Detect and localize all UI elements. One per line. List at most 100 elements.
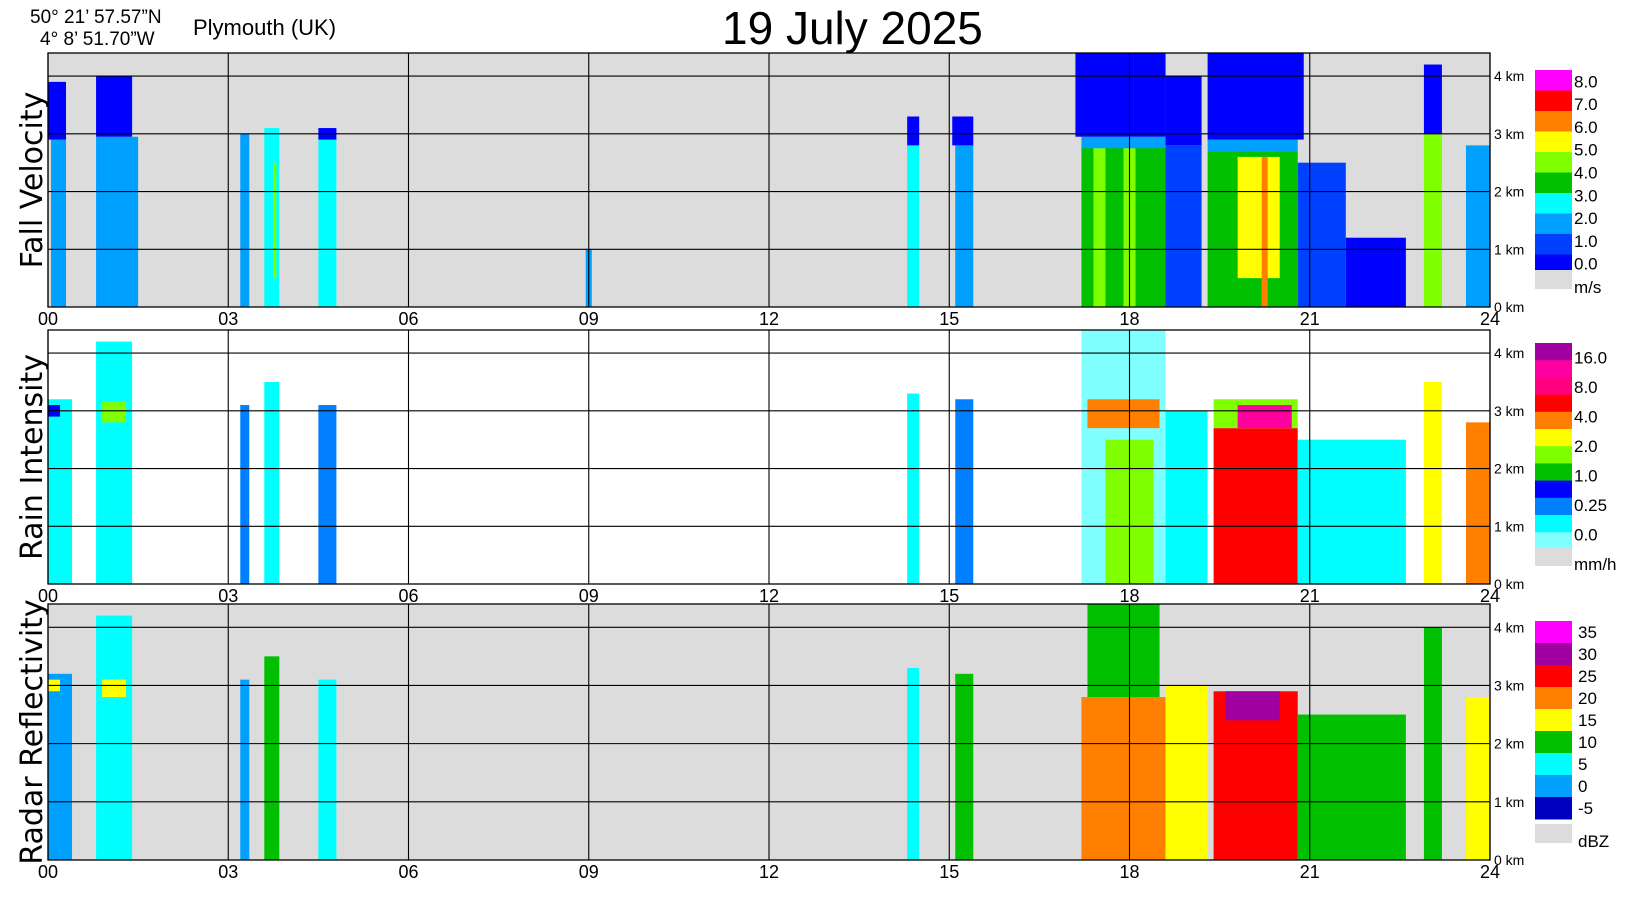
colorbar-label: 2.0 [1574, 209, 1598, 228]
data-cell [1087, 399, 1160, 429]
y-axis-label: Rain Intensity [15, 354, 50, 560]
x-tick-label: 00 [38, 309, 58, 329]
x-tick-label: 21 [1300, 309, 1320, 329]
fall-velocity-panel: 00 03 06 09 12 15 18 21 240 km1 km2 km3 km4 kmFa… [15, 52, 1601, 329]
x-tick-label: 09 [579, 309, 599, 329]
colorbar-swatch [1535, 463, 1572, 482]
data-cell [96, 341, 133, 584]
colorbar-swatch [1535, 411, 1572, 430]
data-cell [273, 162, 277, 279]
y-tick-label: 3 km [1494, 677, 1524, 693]
colorbar-swatch [1535, 775, 1572, 798]
x-tick-label: 21 [1300, 862, 1320, 882]
colorbar-label: 2.0 [1574, 437, 1598, 456]
y-tick-label: 0 km [1494, 576, 1524, 592]
colorbar-label: 1.0 [1574, 467, 1598, 486]
colorbar-label: 0.0 [1574, 255, 1598, 274]
data-cell [318, 139, 337, 307]
colorbar-swatch [1535, 429, 1572, 447]
data-cell [48, 673, 73, 860]
colorbar-swatch [1535, 377, 1572, 396]
data-cell [264, 656, 280, 860]
colorbar-swatch [1535, 665, 1572, 688]
colorbar-label: 16.0 [1574, 349, 1607, 368]
data-cell [264, 381, 280, 584]
colorbar-label: 20 [1578, 689, 1597, 708]
data-cell [1237, 405, 1292, 429]
data-cell [1465, 422, 1490, 584]
x-tick-label: 09 [579, 586, 599, 606]
data-cell [1237, 156, 1280, 279]
data-cell [952, 116, 974, 146]
data-cell [1081, 697, 1166, 860]
colorbar-label: 3.0 [1574, 186, 1598, 205]
colorbar-label: -5 [1578, 799, 1593, 818]
data-cell [955, 145, 974, 307]
colorbar-label: 6.0 [1574, 118, 1598, 137]
colorbar-swatch [1535, 343, 1572, 361]
colorbar-label: 7.0 [1574, 95, 1598, 114]
data-cell [102, 402, 127, 423]
colorbar-swatch [1535, 360, 1572, 378]
data-cell [1207, 139, 1298, 152]
data-cell [96, 615, 133, 860]
data-cell [907, 668, 920, 860]
x-tick-label: 21 [1300, 586, 1320, 606]
colorbar-label: 10 [1578, 733, 1597, 752]
y-tick-label: 3 km [1494, 403, 1524, 419]
colorbar-swatch [1535, 497, 1572, 516]
data-cell [1297, 162, 1346, 307]
data-cell [240, 405, 250, 584]
data-cell [96, 76, 133, 137]
data-cell [51, 139, 67, 307]
nodata-swatch [1535, 270, 1572, 289]
y-tick-label: 0 km [1494, 852, 1524, 868]
data-cell [1165, 76, 1202, 146]
colorbar-swatch [1535, 90, 1572, 112]
x-tick-label: 06 [398, 862, 418, 882]
colorbar-label: 4.0 [1574, 408, 1598, 427]
data-cell [1165, 410, 1208, 584]
data-cell [102, 679, 127, 698]
data-cell [1165, 685, 1208, 860]
colorbar-label: 5 [1578, 755, 1587, 774]
colorbar-swatch [1535, 480, 1572, 499]
data-cell [1207, 53, 1304, 140]
colorbar-swatch [1535, 621, 1572, 644]
data-cell [1081, 136, 1166, 149]
colorbar-label: 0 [1578, 777, 1587, 796]
data-cell [264, 128, 280, 307]
data-cell [240, 679, 250, 860]
data-cell [1345, 237, 1406, 307]
colorbar-label: 4.0 [1574, 164, 1598, 183]
x-tick-label: 12 [759, 586, 779, 606]
data-cell [1213, 428, 1298, 584]
nodata-swatch [1535, 824, 1572, 843]
x-tick-label: 15 [939, 862, 959, 882]
colorbar-swatch [1535, 515, 1572, 533]
radar-reflectivity-panel: 00 03 06 09 12 15 18 21 240 km1 km2 km3 km4 kmRa… [15, 599, 1609, 882]
y-tick-label: 2 km [1494, 461, 1524, 477]
x-tick-label: 12 [759, 309, 779, 329]
data-cell [240, 133, 250, 307]
colorbar-swatch [1535, 193, 1572, 214]
x-tick-label: 15 [939, 586, 959, 606]
x-tick-label: 06 [398, 309, 418, 329]
data-cell [907, 145, 920, 307]
y-tick-label: 4 km [1494, 68, 1524, 84]
data-cell [1225, 691, 1280, 721]
colorbar-swatch [1535, 446, 1572, 464]
y-axis-label: Radar Reflectivity [15, 599, 50, 864]
data-cell [48, 399, 73, 584]
data-cell [1423, 381, 1442, 584]
colorbar-swatch [1535, 111, 1572, 132]
colorbar-label: 35 [1578, 623, 1597, 642]
colorbar-swatch [1535, 753, 1572, 776]
data-cell [1165, 145, 1202, 307]
data-cell [1075, 53, 1166, 137]
y-tick-label: 4 km [1494, 345, 1524, 361]
colorbar-unit: dBZ [1578, 832, 1609, 851]
colorbar-swatch [1535, 643, 1572, 666]
x-tick-label: 15 [939, 309, 959, 329]
colorbar-label: 5.0 [1574, 141, 1598, 160]
